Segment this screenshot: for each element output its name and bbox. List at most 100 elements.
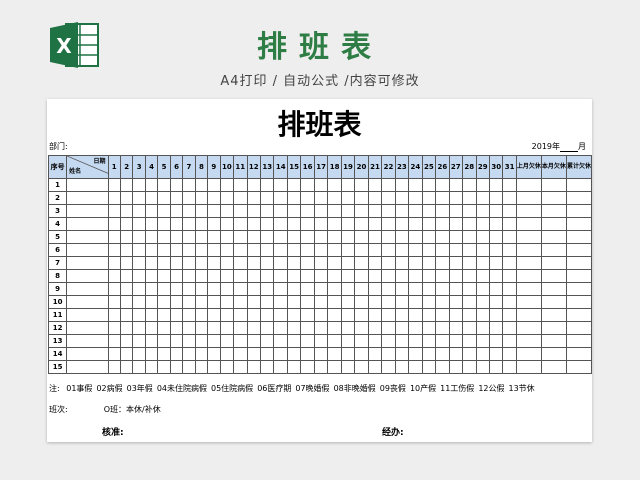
schedule-cell[interactable] xyxy=(421,217,437,231)
schedule-cell[interactable] xyxy=(119,230,134,244)
schedule-cell[interactable] xyxy=(448,217,464,231)
schedule-cell[interactable] xyxy=(219,321,235,335)
schedule-cell[interactable] xyxy=(132,308,146,322)
schedule-cell[interactable] xyxy=(119,243,134,257)
schedule-cell[interactable] xyxy=(246,282,262,296)
schedule-cell[interactable] xyxy=(119,282,134,296)
schedule-cell[interactable] xyxy=(435,295,450,309)
schedule-cell[interactable] xyxy=(259,243,275,257)
schedule-cell[interactable] xyxy=(515,269,542,283)
schedule-cell[interactable] xyxy=(219,269,235,283)
schedule-cell[interactable] xyxy=(448,269,464,283)
schedule-cell[interactable] xyxy=(462,230,477,244)
schedule-cell[interactable] xyxy=(207,360,221,374)
schedule-cell[interactable] xyxy=(169,360,184,374)
schedule-cell[interactable] xyxy=(132,334,146,348)
schedule-cell[interactable] xyxy=(394,230,410,244)
schedule-cell[interactable] xyxy=(515,321,542,335)
schedule-cell[interactable] xyxy=(502,282,517,296)
schedule-cell[interactable] xyxy=(286,347,302,361)
schedule-cell[interactable] xyxy=(207,295,221,309)
schedule-cell[interactable] xyxy=(340,295,356,309)
schedule-cell[interactable] xyxy=(448,204,464,218)
schedule-cell[interactable] xyxy=(448,230,464,244)
schedule-cell[interactable] xyxy=(515,243,542,257)
schedule-cell[interactable] xyxy=(194,243,209,257)
schedule-cell[interactable] xyxy=(259,269,275,283)
schedule-cell[interactable] xyxy=(194,334,209,348)
schedule-cell[interactable] xyxy=(194,308,209,322)
schedule-cell[interactable] xyxy=(367,334,383,348)
schedule-cell[interactable] xyxy=(313,347,329,361)
schedule-cell[interactable] xyxy=(515,295,542,309)
schedule-cell[interactable] xyxy=(354,204,369,218)
schedule-cell[interactable] xyxy=(540,217,567,231)
schedule-cell[interactable] xyxy=(207,321,221,335)
schedule-cell[interactable] xyxy=(259,308,275,322)
schedule-cell[interactable] xyxy=(119,360,134,374)
schedule-cell[interactable] xyxy=(157,204,171,218)
schedule-cell[interactable] xyxy=(119,321,134,335)
schedule-cell[interactable] xyxy=(475,204,490,218)
schedule-cell[interactable] xyxy=(515,230,542,244)
schedule-cell[interactable] xyxy=(233,269,248,283)
schedule-cell[interactable] xyxy=(107,295,121,309)
schedule-cell[interactable] xyxy=(194,191,209,205)
schedule-cell[interactable] xyxy=(394,178,410,192)
schedule-cell[interactable] xyxy=(462,243,477,257)
schedule-cell[interactable] xyxy=(421,256,437,270)
schedule-cell[interactable] xyxy=(394,282,410,296)
schedule-cell[interactable] xyxy=(300,360,315,374)
schedule-cell[interactable] xyxy=(207,178,221,192)
schedule-cell[interactable] xyxy=(488,334,504,348)
schedule-cell[interactable] xyxy=(327,191,342,205)
schedule-cell[interactable] xyxy=(107,308,121,322)
schedule-cell[interactable] xyxy=(259,360,275,374)
schedule-cell[interactable] xyxy=(219,347,235,361)
schedule-cell[interactable] xyxy=(502,295,517,309)
schedule-cell[interactable] xyxy=(354,360,369,374)
schedule-cell[interactable] xyxy=(182,217,196,231)
schedule-cell[interactable] xyxy=(408,321,423,335)
schedule-cell[interactable] xyxy=(246,243,262,257)
schedule-cell[interactable] xyxy=(475,191,490,205)
schedule-cell[interactable] xyxy=(354,178,369,192)
schedule-cell[interactable] xyxy=(408,295,423,309)
schedule-cell[interactable] xyxy=(169,243,184,257)
schedule-cell[interactable] xyxy=(565,347,593,361)
schedule-cell[interactable] xyxy=(182,269,196,283)
schedule-cell[interactable] xyxy=(107,347,121,361)
schedule-cell[interactable] xyxy=(515,191,542,205)
schedule-cell[interactable] xyxy=(169,347,184,361)
schedule-cell[interactable] xyxy=(381,308,396,322)
schedule-cell[interactable] xyxy=(408,282,423,296)
schedule-cell[interactable] xyxy=(502,321,517,335)
schedule-cell[interactable] xyxy=(435,308,450,322)
schedule-cell[interactable] xyxy=(313,360,329,374)
schedule-cell[interactable] xyxy=(313,178,329,192)
schedule-cell[interactable] xyxy=(381,204,396,218)
schedule-cell[interactable] xyxy=(246,295,262,309)
schedule-cell[interactable] xyxy=(66,217,109,231)
schedule-cell[interactable] xyxy=(502,360,517,374)
schedule-cell[interactable] xyxy=(435,347,450,361)
schedule-cell[interactable] xyxy=(66,178,109,192)
schedule-cell[interactable] xyxy=(169,334,184,348)
schedule-cell[interactable] xyxy=(435,334,450,348)
schedule-cell[interactable] xyxy=(219,191,235,205)
schedule-cell[interactable] xyxy=(300,334,315,348)
schedule-cell[interactable] xyxy=(273,308,288,322)
schedule-cell[interactable] xyxy=(182,230,196,244)
schedule-cell[interactable] xyxy=(207,243,221,257)
schedule-cell[interactable] xyxy=(233,347,248,361)
schedule-cell[interactable] xyxy=(157,295,171,309)
schedule-cell[interactable] xyxy=(119,269,134,283)
schedule-cell[interactable] xyxy=(435,178,450,192)
schedule-cell[interactable] xyxy=(300,204,315,218)
schedule-cell[interactable] xyxy=(515,256,542,270)
schedule-cell[interactable] xyxy=(327,282,342,296)
schedule-cell[interactable] xyxy=(233,230,248,244)
schedule-cell[interactable] xyxy=(132,191,146,205)
schedule-cell[interactable] xyxy=(66,321,109,335)
schedule-cell[interactable] xyxy=(157,243,171,257)
